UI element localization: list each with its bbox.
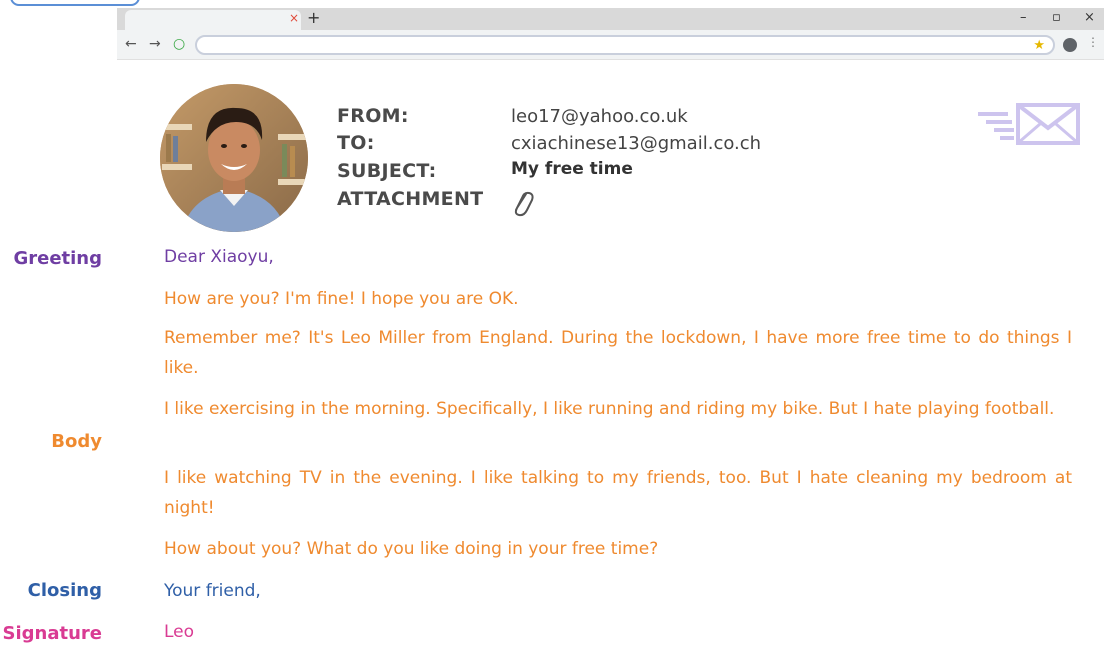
closing-label: Closing [27, 580, 102, 601]
email-signature: Leo [164, 622, 195, 642]
email-body-paragraph: I like exercising in the morning. Specif… [164, 399, 1055, 419]
top-pill-decoration [10, 0, 140, 6]
from-label: FROM: [337, 105, 409, 127]
close-window-button[interactable]: × [1084, 10, 1095, 25]
paperclip-icon[interactable] [510, 188, 536, 223]
reload-button[interactable]: ○ [173, 36, 185, 52]
browser-toolbar: ← → ○ ★ ⋮ [117, 30, 1104, 60]
minimize-button[interactable]: – [1020, 10, 1027, 25]
sender-avatar [160, 84, 308, 232]
browser-tab[interactable]: × [125, 10, 301, 30]
from-value: leo17@yahoo.co.uk [511, 106, 688, 127]
forward-button[interactable]: → [149, 36, 161, 52]
left-margin [0, 0, 117, 661]
menu-icon[interactable]: ⋮ [1087, 35, 1099, 49]
attachment-label: ATTACHMENT [337, 188, 484, 210]
back-button[interactable]: ← [125, 36, 137, 52]
signature-label: Signature [2, 623, 102, 644]
subject-label: SUBJECT: [337, 160, 437, 182]
profile-avatar-icon[interactable] [1063, 38, 1077, 52]
restore-button[interactable]: ▫ [1052, 10, 1061, 25]
tab-close-icon[interactable]: × [289, 11, 299, 25]
email-body-paragraph: How about you? What do you like doing in… [164, 539, 659, 559]
email-body-paragraph: Remember me? It's Leo Miller from Englan… [164, 328, 1072, 378]
bookmark-star-icon[interactable]: ★ [1033, 37, 1045, 53]
email-closing: Your friend, [164, 581, 261, 601]
envelope-icon [974, 102, 1082, 151]
subject-value: My free time [511, 159, 633, 179]
tab-bar: × + – ▫ × [117, 8, 1104, 30]
greeting-label: Greeting [13, 248, 102, 269]
email-body-paragraph: How are you? I'm fine! I hope you are OK… [164, 289, 519, 309]
email-body-paragraph: I like watching TV in the evening. I lik… [164, 468, 1072, 518]
email-greeting: Dear Xiaoyu, [164, 247, 274, 267]
address-bar[interactable]: ★ [195, 35, 1055, 55]
to-label: TO: [337, 132, 375, 154]
body-label: Body [51, 431, 102, 452]
new-tab-button[interactable]: + [307, 8, 320, 27]
to-value: cxiachinese13@gmail.co.ch [511, 133, 762, 154]
